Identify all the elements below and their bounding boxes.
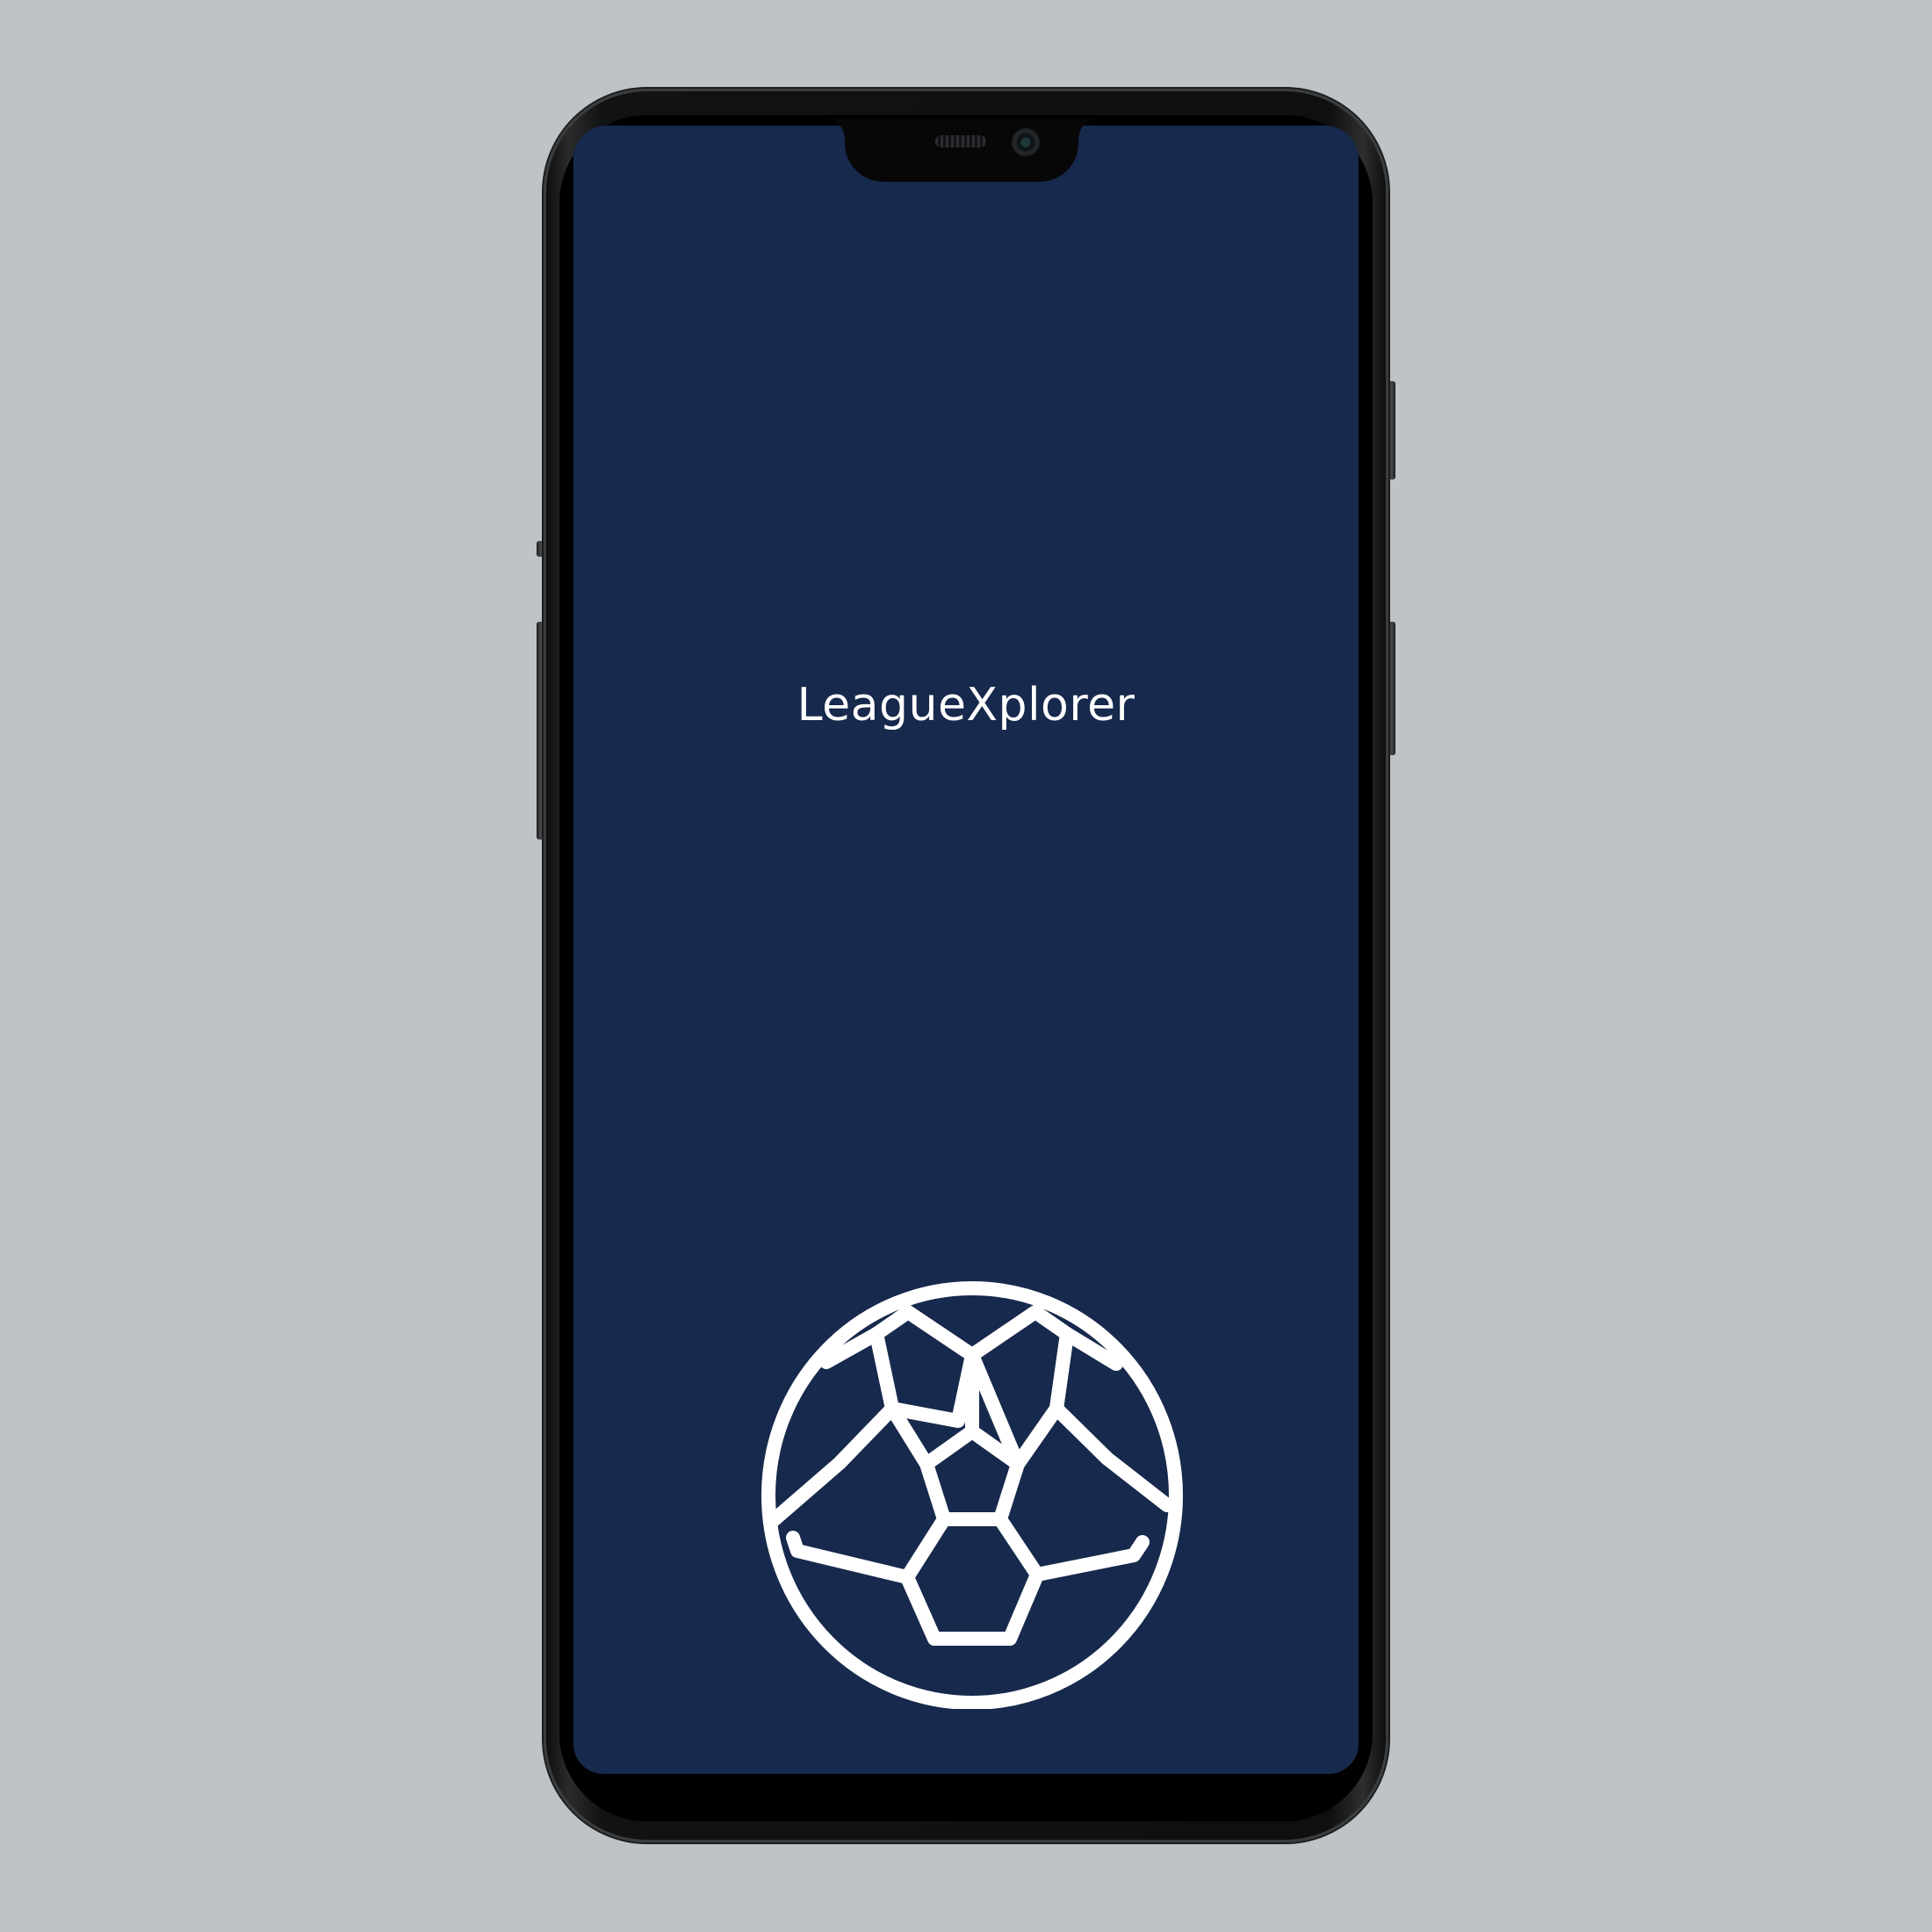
ball-seam-bottom-left: [900, 1570, 941, 1646]
camera-notch: [825, 119, 1098, 182]
splash-screen[interactable]: LeagueXplorer: [573, 126, 1359, 1774]
ball-left-lower-panel: [767, 1402, 899, 1527]
soccer-ball-icon: [761, 1281, 1183, 1709]
ball-seam-right: [1011, 1402, 1063, 1471]
ball-seam-bottom-right: [1003, 1568, 1044, 1646]
mockup-stage: LeagueXplorer: [0, 0, 1932, 1932]
phone-button-alert: [1388, 381, 1395, 479]
app-title: LeagueXplorer: [797, 679, 1135, 732]
ball-lower-right-panel: [1030, 1535, 1150, 1582]
ball-right-lower-panel: [1049, 1402, 1174, 1512]
front-camera-icon: [1011, 127, 1041, 157]
earpiece-speaker: [935, 135, 986, 148]
phone-button-power: [1388, 622, 1395, 755]
ball-lower-left-panel: [786, 1531, 914, 1584]
